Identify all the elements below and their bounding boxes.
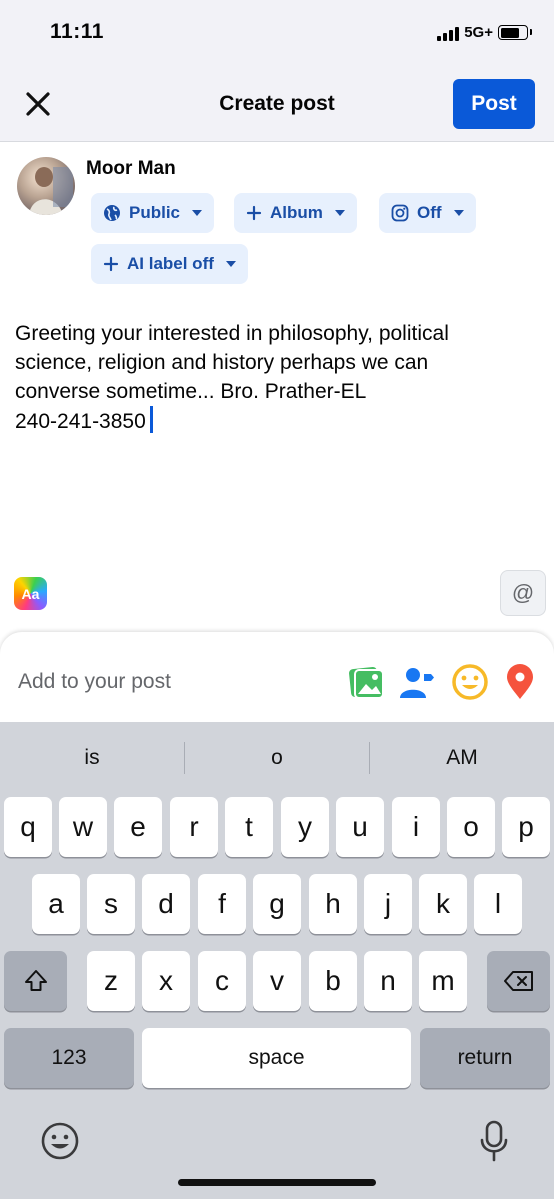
- post-text-line: converse sometime... Bro. Prather-EL: [15, 380, 367, 403]
- key-c[interactable]: c: [198, 951, 246, 1011]
- shift-key[interactable]: [4, 951, 67, 1011]
- status-bar: 11:11 5G+: [0, 0, 554, 70]
- post-text-input[interactable]: Greeting your interested in philosophy, …: [15, 319, 535, 436]
- key-s[interactable]: s: [87, 874, 135, 934]
- key-l[interactable]: l: [474, 874, 522, 934]
- header: Create post Post: [0, 70, 554, 142]
- chevron-down-icon: [192, 210, 203, 216]
- avatar: [17, 157, 75, 215]
- home-indicator: [178, 1179, 376, 1186]
- key-d[interactable]: d: [142, 874, 190, 934]
- return-key[interactable]: return: [420, 1028, 550, 1088]
- key-r[interactable]: r: [170, 797, 218, 857]
- key-q[interactable]: q: [4, 797, 52, 857]
- key-k[interactable]: k: [419, 874, 467, 934]
- suggestion-item[interactable]: o: [185, 746, 369, 770]
- audience-selector[interactable]: Public: [91, 193, 215, 233]
- user-name: Moor Man: [86, 158, 176, 179]
- feeling-icon[interactable]: [450, 662, 490, 702]
- ai-label-text: AI label off: [127, 254, 214, 273]
- post-button[interactable]: Post: [453, 79, 535, 129]
- emoji-icon: [41, 1122, 79, 1160]
- chevron-down-icon: [334, 210, 345, 216]
- album-selector[interactable]: Album: [234, 193, 357, 233]
- key-f[interactable]: f: [198, 874, 246, 934]
- mention-button[interactable]: @: [500, 570, 546, 616]
- emoji-keyboard-button[interactable]: [38, 1119, 82, 1163]
- key-e[interactable]: e: [114, 797, 162, 857]
- status-time: 11:11: [50, 20, 104, 43]
- text-cursor: [149, 406, 153, 433]
- backspace-icon: [503, 971, 533, 991]
- key-g[interactable]: g: [253, 874, 301, 934]
- numbers-key[interactable]: 123: [4, 1028, 134, 1088]
- suggestion-item[interactable]: AM: [370, 746, 554, 770]
- key-a[interactable]: a: [32, 874, 80, 934]
- text-style-button[interactable]: Aa: [14, 577, 47, 610]
- location-icon[interactable]: [500, 662, 540, 702]
- instagram-share-selector[interactable]: Off: [379, 193, 476, 233]
- battery-icon: [498, 25, 532, 40]
- instagram-icon: [391, 204, 409, 222]
- album-label: Album: [270, 203, 323, 222]
- backspace-key[interactable]: [487, 951, 550, 1011]
- globe-icon: [104, 205, 120, 221]
- chevron-down-icon: [225, 261, 236, 267]
- key-t[interactable]: t: [225, 797, 273, 857]
- photo-icon[interactable]: [346, 662, 386, 702]
- plus-icon: [103, 256, 119, 272]
- add-to-post-label: Add to your post: [18, 670, 171, 693]
- key-w[interactable]: w: [59, 797, 107, 857]
- key-v[interactable]: v: [253, 951, 301, 1011]
- ai-label-selector[interactable]: AI label off: [91, 244, 248, 284]
- post-text-line: 240-241-3850: [15, 410, 146, 433]
- instagram-label: Off: [417, 203, 442, 222]
- shift-icon: [24, 970, 47, 991]
- key-m[interactable]: m: [419, 951, 467, 1011]
- tag-people-icon[interactable]: [397, 662, 437, 702]
- key-u[interactable]: u: [336, 797, 384, 857]
- post-text-line: Greeting your interested in philosophy, …: [15, 322, 449, 345]
- key-i[interactable]: i: [392, 797, 440, 857]
- signal-icon: [437, 25, 460, 41]
- key-p[interactable]: p: [502, 797, 550, 857]
- status-indicators: 5G+: [437, 24, 532, 41]
- chevron-down-icon: [453, 210, 464, 216]
- key-n[interactable]: n: [364, 951, 412, 1011]
- key-z[interactable]: z: [87, 951, 135, 1011]
- key-y[interactable]: y: [281, 797, 329, 857]
- audience-label: Public: [129, 203, 181, 222]
- suggestion-bar: is o AM: [0, 722, 554, 794]
- key-j[interactable]: j: [364, 874, 412, 934]
- post-text-line: science, religion and history perhaps we…: [15, 351, 429, 374]
- keyboard: is o AM q w e r t y u i o p a s d f g h …: [0, 722, 554, 1199]
- plus-icon: [246, 205, 262, 221]
- add-to-post-bar[interactable]: Add to your post: [0, 632, 554, 724]
- key-b[interactable]: b: [309, 951, 357, 1011]
- suggestion-item[interactable]: is: [0, 746, 184, 770]
- key-o[interactable]: o: [447, 797, 495, 857]
- dictation-button[interactable]: [474, 1119, 514, 1163]
- network-type: 5G+: [464, 24, 493, 41]
- key-x[interactable]: x: [142, 951, 190, 1011]
- microphone-icon: [480, 1120, 508, 1162]
- space-key[interactable]: space: [142, 1028, 411, 1088]
- key-h[interactable]: h: [309, 874, 357, 934]
